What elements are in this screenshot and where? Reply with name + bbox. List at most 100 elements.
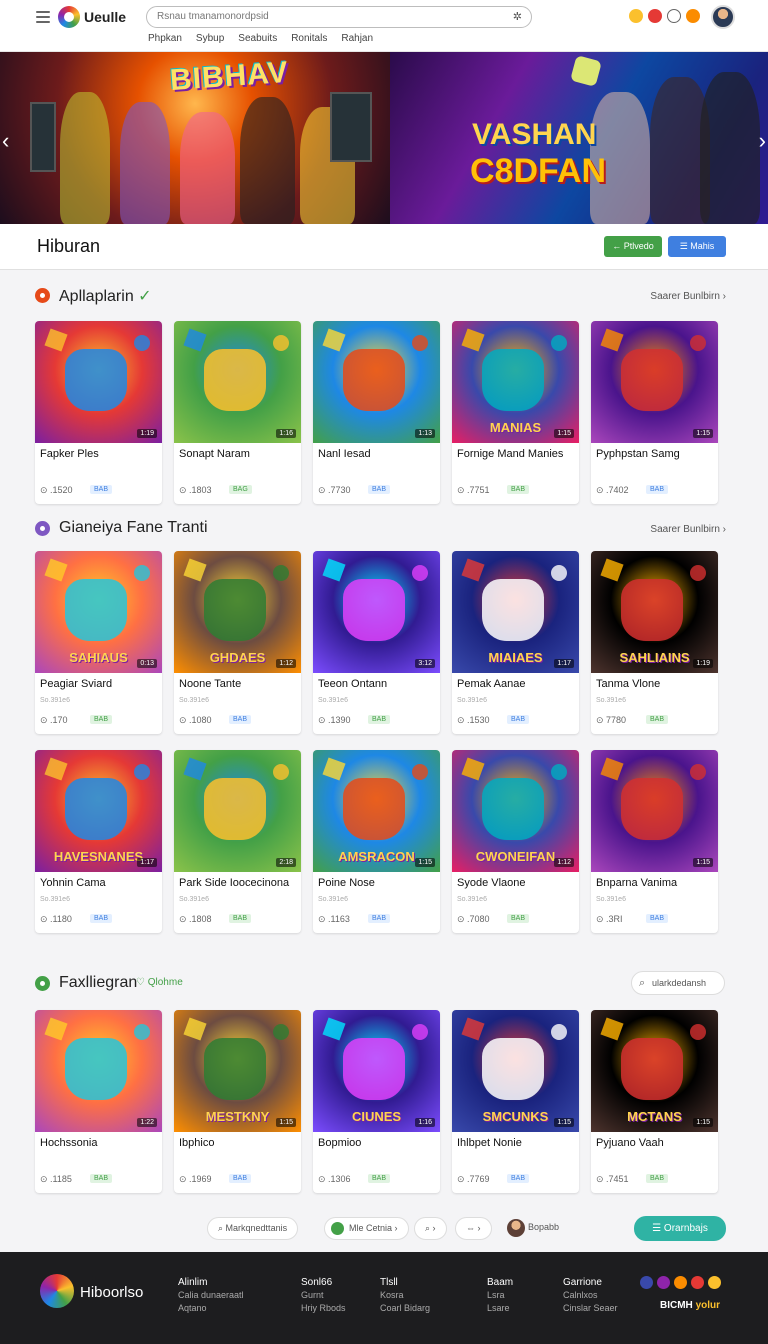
card-title[interactable]: Pyjuano Vaah — [596, 1137, 664, 1149]
footer-link[interactable]: Lsra — [487, 1289, 513, 1302]
nav-link-5[interactable]: Rahjan — [341, 33, 373, 44]
card-thumbnail[interactable]: MCTANS 1:15 — [591, 1010, 718, 1132]
card-thumbnail[interactable]: CIUNES 1:16 — [313, 1010, 440, 1132]
reward-icon[interactable] — [686, 9, 700, 23]
settings-icon[interactable]: ✲ — [513, 10, 522, 23]
nav-link-4[interactable]: Ronitals — [291, 33, 327, 44]
card-thumbnail[interactable]: SAHIAUS 0:13 — [35, 551, 162, 673]
nav-link-2[interactable]: Sybup — [196, 33, 224, 44]
footer-link[interactable]: Hriy Rbods — [301, 1302, 346, 1315]
menu-icon[interactable] — [36, 11, 50, 23]
card-title[interactable]: Bnparna Vanima — [596, 877, 677, 889]
footer-link[interactable]: Calia dunaeraatl — [178, 1289, 244, 1302]
toolbar-avatar[interactable] — [507, 1219, 525, 1237]
see-all-link[interactable]: Saarer Bunlbirn › — [650, 524, 726, 535]
footer-link[interactable]: Coarl Bidarg — [380, 1302, 430, 1315]
card-thumbnail[interactable]: 1:22 — [35, 1010, 162, 1132]
card-title[interactable]: Park Side Ioocecinona — [179, 877, 289, 889]
footer-link[interactable]: Kosra — [380, 1289, 430, 1302]
menu-button[interactable]: ☰ Mahis — [668, 236, 726, 257]
back-button[interactable]: ← Ptlvedo — [604, 236, 662, 257]
footer-link[interactable]: Calnlxos — [563, 1289, 618, 1302]
notification-icon[interactable] — [648, 9, 662, 23]
carousel-prev-icon[interactable]: ‹ — [2, 128, 9, 154]
card-thumbnail[interactable]: MANIAS 1:15 — [452, 321, 579, 443]
content-card[interactable]: 1:15 Pyphpstan Samg ⊙ .7402 BAB — [591, 321, 718, 504]
section-search-input[interactable]: ularkdedansh — [631, 971, 725, 995]
card-thumbnail[interactable]: SAHLIAINS 1:19 — [591, 551, 718, 673]
content-card[interactable]: 1:13 Nanl Iesad ⊙ .7730 BAB — [313, 321, 440, 504]
content-card[interactable]: MIAIAES 1:17 Pemak Aanae So.391e6 ⊙ .1530 BAB — [452, 551, 579, 734]
card-title[interactable]: Tanma Vlone — [596, 678, 660, 690]
card-title[interactable]: Teeon Ontann — [318, 678, 387, 690]
social-icon-2[interactable] — [657, 1276, 670, 1289]
see-all-link[interactable]: Saarer Bunlbirn › — [650, 291, 726, 302]
help-icon[interactable] — [667, 9, 681, 23]
card-thumbnail[interactable]: HAVESNANES 1:17 — [35, 750, 162, 872]
footer-logo[interactable] — [40, 1274, 74, 1308]
content-card[interactable]: MCTANS 1:15 Pyjuano Vaah ⊙ .7451 BAB — [591, 1010, 718, 1193]
card-title[interactable]: Yohnin Cama — [40, 877, 106, 889]
card-title[interactable]: Bopmioo — [318, 1137, 361, 1149]
coin-icon[interactable] — [629, 9, 643, 23]
social-icon-3[interactable] — [674, 1276, 687, 1289]
card-title[interactable]: Noone Tante — [179, 678, 241, 690]
card-title[interactable]: Pyphpstan Samg — [596, 448, 680, 460]
social-icon-4[interactable] — [691, 1276, 704, 1289]
content-card[interactable]: GHDAES 1:12 Noone Tante So.391e6 ⊙ .1080 BAB — [174, 551, 301, 734]
toolbar-filter[interactable]: Mle Cetnia › — [324, 1217, 409, 1240]
content-card[interactable]: CWONEIFAN 1:12 Syode Vlaone So.391e6 ⊙ .7080… — [452, 750, 579, 933]
card-title[interactable]: Pemak Aanae — [457, 678, 526, 690]
content-card[interactable]: 1:15 Bnparna Vanima So.391e6 ⊙ .3RI BAB — [591, 750, 718, 933]
content-card[interactable]: MANIAS 1:15 Fornige Mand Manies ⊙ .7751 BAB — [452, 321, 579, 504]
nav-link-1[interactable]: Phpkan — [148, 33, 182, 44]
content-card[interactable]: SAHIAUS 0:13 Peagiar Sviard So.391e6 ⊙ .170 B… — [35, 551, 162, 734]
card-thumbnail[interactable]: CWONEIFAN 1:12 — [452, 750, 579, 872]
content-card[interactable]: 1:22 Hochssonia ⊙ .1185 BAB — [35, 1010, 162, 1193]
card-title[interactable]: Hochssonia — [40, 1137, 97, 1149]
card-title[interactable]: Ibphico — [179, 1137, 214, 1149]
card-title[interactable]: Fapker Ples — [40, 448, 99, 460]
toolbar-share[interactable]: ⇔ › — [455, 1217, 492, 1240]
card-thumbnail[interactable]: MIAIAES 1:17 — [452, 551, 579, 673]
content-card[interactable]: MESTKNY 1:15 Ibphico ⊙ .1969 BAB — [174, 1010, 301, 1193]
card-thumbnail[interactable]: 3:12 — [313, 551, 440, 673]
carousel-next-icon[interactable]: › — [759, 128, 766, 154]
card-title[interactable]: Syode Vlaone — [457, 877, 526, 889]
card-title[interactable]: Sonapt Naram — [179, 448, 250, 460]
section-subtitle[interactable]: ♡ Qlohme — [136, 977, 183, 988]
card-title[interactable]: Nanl Iesad — [318, 448, 371, 460]
search-input[interactable]: Rsnau tmanamonordpsid ✲ — [146, 6, 532, 28]
card-thumbnail[interactable]: 1:15 — [591, 750, 718, 872]
card-thumbnail[interactable]: MESTKNY 1:15 — [174, 1010, 301, 1132]
card-title[interactable]: Fornige Mand Manies — [457, 448, 563, 460]
card-thumbnail[interactable]: 1:16 — [174, 321, 301, 443]
social-icon-1[interactable] — [640, 1276, 653, 1289]
content-card[interactable]: SAHLIAINS 1:19 Tanma Vlone So.391e6 ⊙ 7780 BA… — [591, 551, 718, 734]
card-thumbnail[interactable]: GHDAES 1:12 — [174, 551, 301, 673]
card-title[interactable]: Peagiar Sviard — [40, 678, 112, 690]
card-thumbnail[interactable]: 1:15 — [591, 321, 718, 443]
footer-link[interactable]: Gurnt — [301, 1289, 346, 1302]
content-card[interactable]: 1:16 Sonapt Naram ⊙ .1803 BAG — [174, 321, 301, 504]
content-card[interactable]: 2:18 Park Side Ioocecinona So.391e6 ⊙ .1808… — [174, 750, 301, 933]
toolbar-user[interactable]: Bopabb — [528, 1222, 559, 1232]
app-logo[interactable] — [58, 6, 80, 28]
toolbar-zoom[interactable]: ⌕ › — [414, 1217, 447, 1240]
cta-button[interactable]: ☰ Orarnbajs — [634, 1216, 726, 1241]
content-card[interactable]: HAVESNANES 1:17 Yohnin Cama So.391e6 ⊙ .1180… — [35, 750, 162, 933]
card-thumbnail[interactable]: SMCUNKS 1:15 — [452, 1010, 579, 1132]
card-title[interactable]: Ihlbpet Nonie — [457, 1137, 522, 1149]
user-avatar[interactable] — [711, 5, 735, 29]
content-card[interactable]: 3:12 Teeon Ontann So.391e6 ⊙ .1390 BAB — [313, 551, 440, 734]
card-thumbnail[interactable]: 1:19 — [35, 321, 162, 443]
content-card[interactable]: CIUNES 1:16 Bopmioo ⊙ .1306 BAB — [313, 1010, 440, 1193]
card-thumbnail[interactable]: 1:13 — [313, 321, 440, 443]
card-title[interactable]: Poine Nose — [318, 877, 375, 889]
card-thumbnail[interactable]: 2:18 — [174, 750, 301, 872]
toolbar-search[interactable]: ⌕ Markqnedttanis — [207, 1217, 299, 1240]
content-card[interactable]: AMSRACON 1:15 Poine Nose So.391e6 ⊙ .1163 BAB — [313, 750, 440, 933]
footer-link[interactable]: Lsare — [487, 1302, 513, 1315]
content-card[interactable]: SMCUNKS 1:15 Ihlbpet Nonie ⊙ .7769 BAB — [452, 1010, 579, 1193]
hero-banner[interactable]: BIBHAV VASHAN C8DFAN ‹ › — [0, 52, 768, 224]
